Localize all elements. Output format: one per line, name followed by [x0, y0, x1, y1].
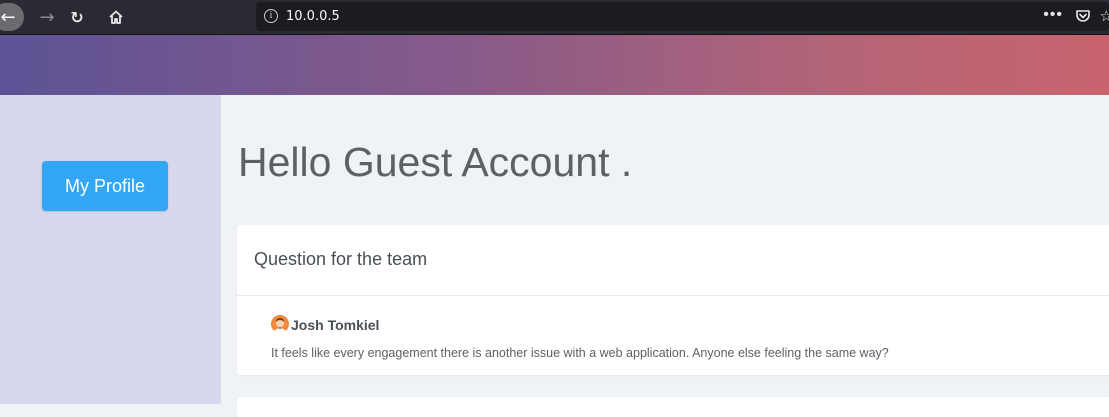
info-icon[interactable]: i [264, 9, 278, 23]
browser-toolbar: ← → ↻ i 10.0.0.5 ••• ☆ [0, 0, 1109, 35]
bookmark-star-icon[interactable]: ☆ [1100, 7, 1109, 25]
next-post-card [237, 397, 1109, 417]
more-options-icon[interactable]: ••• [1043, 6, 1063, 24]
post-card: Question for the team Josh Tomkiel It fe… [237, 225, 1109, 375]
sidebar: My Profile [0, 95, 221, 404]
reload-icon[interactable]: ↻ [66, 0, 88, 34]
greeting-heading: Hello Guest Account . [238, 139, 633, 185]
home-icon[interactable] [104, 0, 128, 34]
url-text[interactable]: 10.0.0.5 [286, 9, 340, 24]
my-profile-button[interactable]: My Profile [42, 161, 168, 211]
user-avatar-icon [271, 315, 289, 338]
pocket-icon[interactable] [1075, 8, 1091, 29]
post-card-header: Question for the team [237, 225, 1109, 296]
address-bar[interactable]: i 10.0.0.5 ••• ☆ [256, 2, 1109, 31]
back-arrow-icon[interactable]: ← [0, 3, 24, 31]
forward-arrow-icon[interactable]: → [36, 0, 58, 34]
post-author-name[interactable]: Josh Tomkiel [291, 317, 379, 333]
header-banner [0, 35, 1109, 95]
main-content: Hello Guest Account . Question for the t… [221, 95, 1109, 417]
post-body-text: It feels like every engagement there is … [271, 346, 889, 360]
post-title[interactable]: Question for the team [254, 249, 427, 270]
